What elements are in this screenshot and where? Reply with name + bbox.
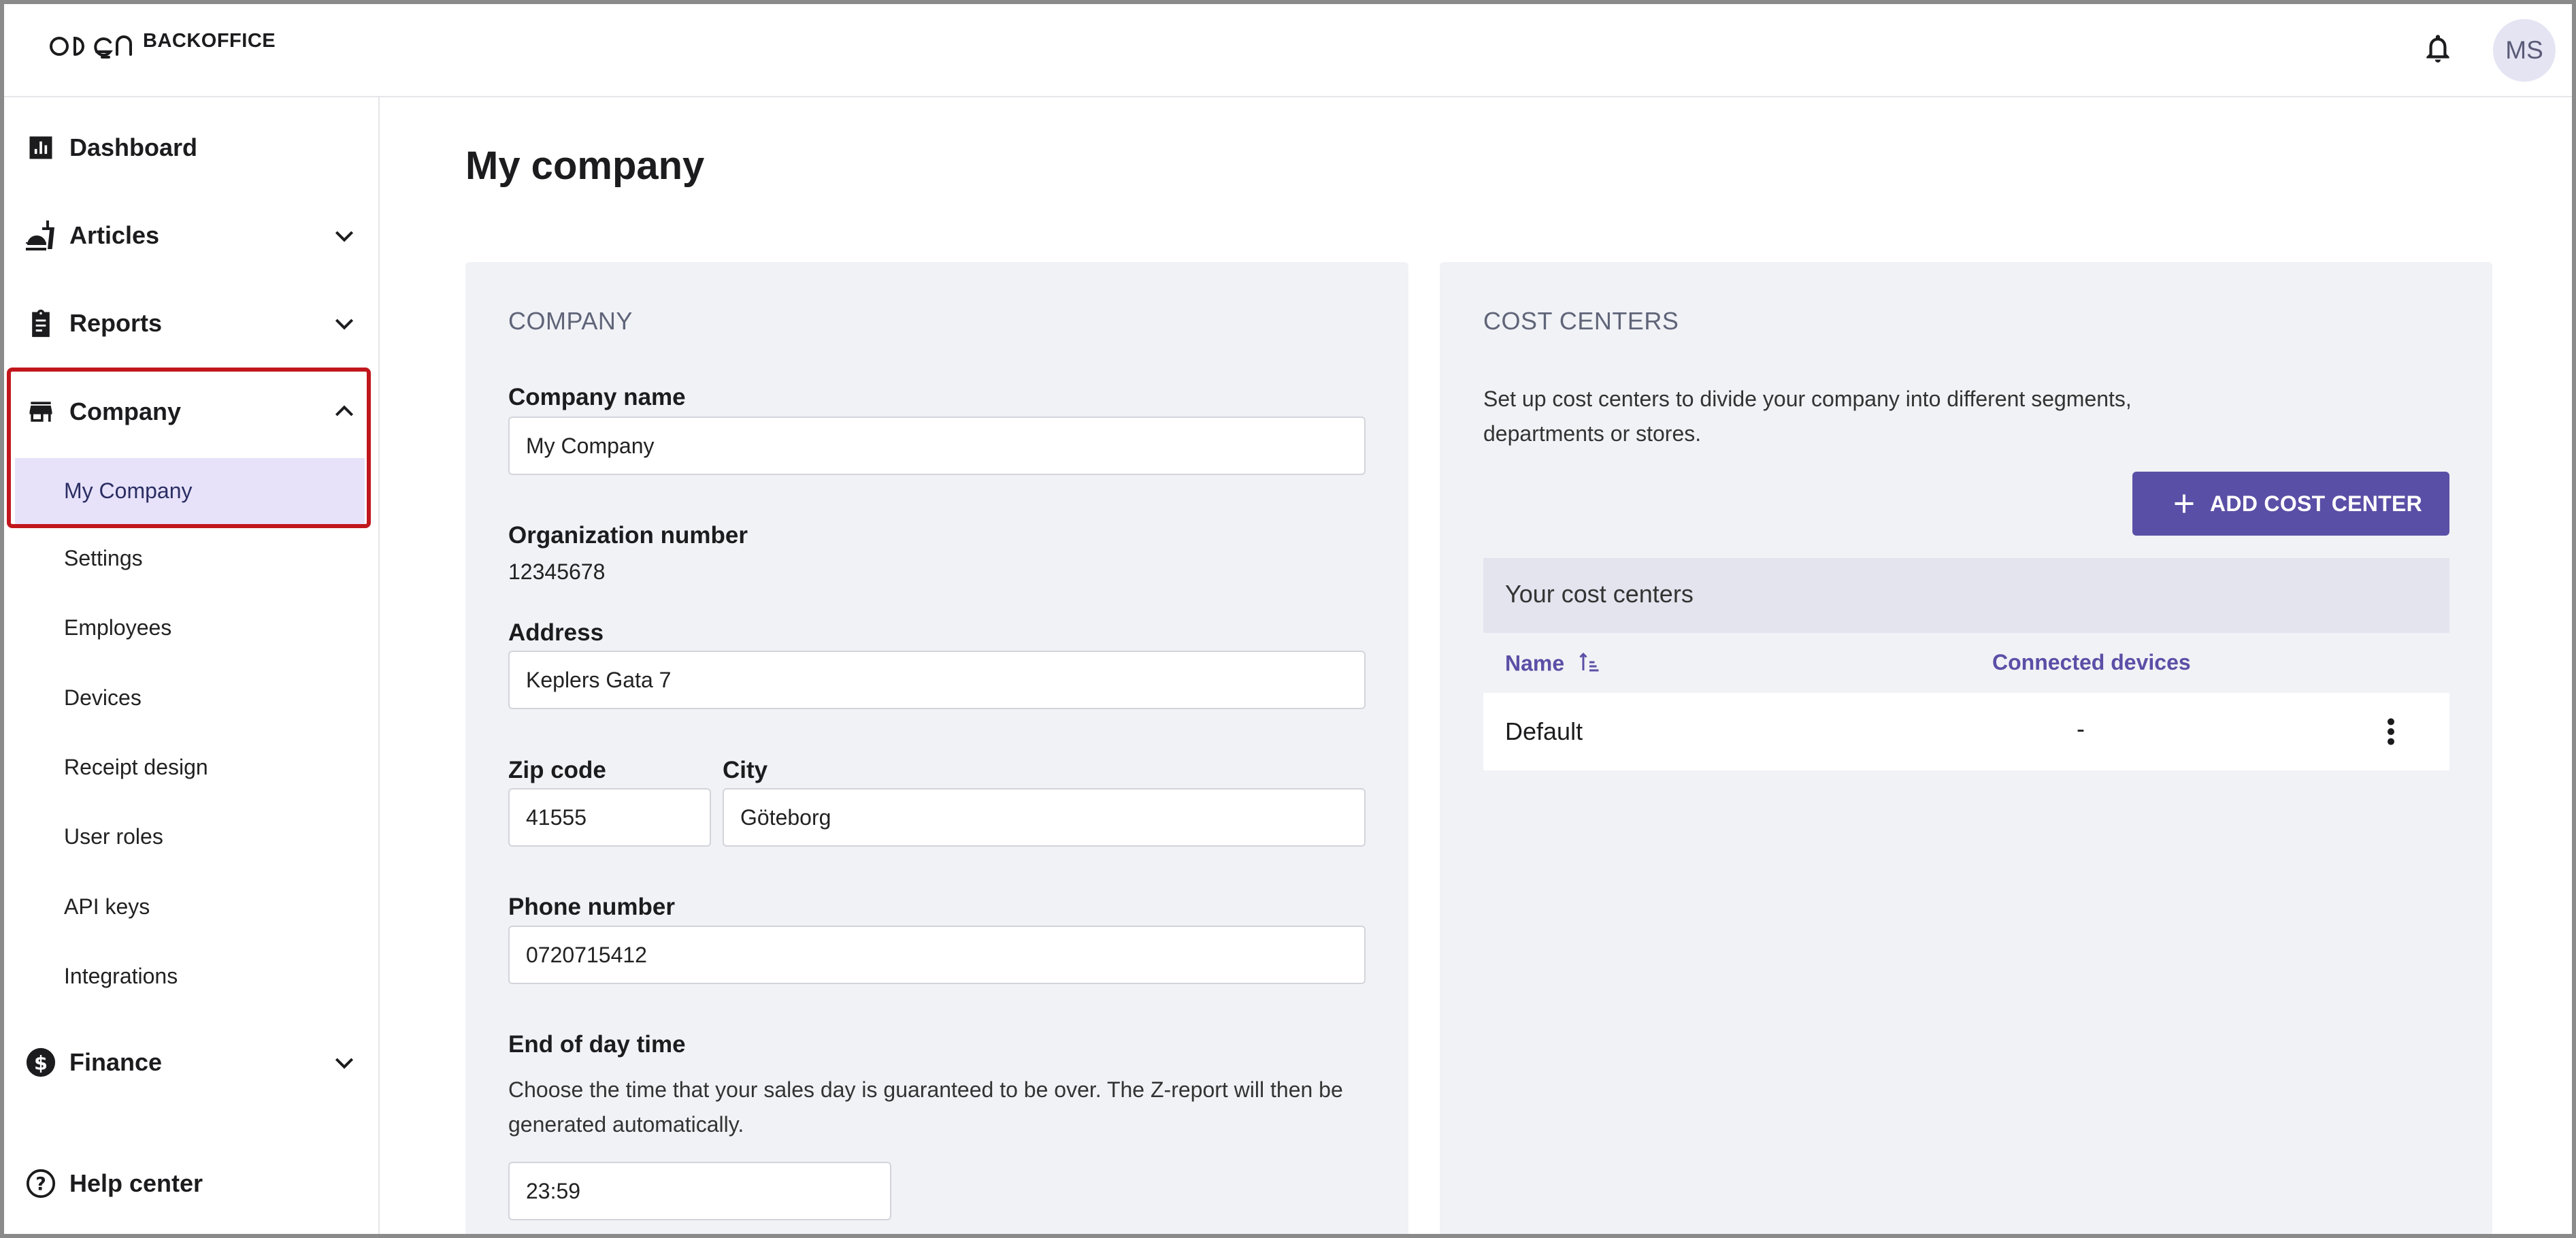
zip-label: Zip code: [508, 757, 606, 783]
sidebar-subitem-api-keys[interactable]: API keys: [64, 894, 150, 919]
company-name-value: My Company: [526, 433, 655, 458]
phone-field[interactable]: 0720715412: [508, 926, 1366, 984]
sidebar-subitem-user-roles[interactable]: User roles: [64, 824, 163, 849]
sidebar-item-label: Reports: [69, 309, 163, 337]
chevron-down-icon: [331, 222, 358, 249]
cost-centers-description-line: departments or stores.: [1483, 421, 1702, 446]
sidebar-subitem-receipt-design[interactable]: Receipt design: [64, 755, 208, 780]
sort-ascending-icon: [1577, 650, 1602, 680]
logo-text: BACKOFFICE: [143, 30, 276, 52]
cost-center-name: Default: [1505, 717, 1583, 745]
sidebar-subitem-integrations[interactable]: Integrations: [64, 964, 178, 989]
eod-description-line: generated automatically.: [508, 1112, 744, 1137]
column-header-connected-devices[interactable]: Connected devices: [1992, 650, 2191, 675]
sidebar-item-help-center[interactable]: ? Help center: [24, 1163, 358, 1204]
page-title: My company: [465, 144, 705, 188]
sidebar-item-reports[interactable]: Reports: [24, 303, 358, 344]
eod-time-value: 23:59: [526, 1178, 581, 1203]
svg-text:$: $: [34, 1052, 48, 1075]
city-field[interactable]: Göteborg: [723, 788, 1366, 847]
phone-label: Phone number: [508, 894, 676, 920]
cost-centers-table-title: Your cost centers: [1483, 558, 2449, 633]
column-header-label: Name: [1505, 651, 1565, 676]
plus-icon: [2172, 491, 2196, 516]
sidebar-subitem-devices[interactable]: Devices: [64, 685, 142, 711]
city-value: Göteborg: [740, 804, 831, 830]
more-options-icon[interactable]: [2377, 715, 2405, 749]
bell-icon[interactable]: [2421, 31, 2455, 65]
eod-time-field[interactable]: 23:59: [508, 1162, 891, 1220]
logo[interactable]: BACKOFFICE: [49, 26, 276, 59]
add-cost-center-label: ADD COST CENTER: [2210, 491, 2423, 516]
food-icon: [24, 219, 57, 252]
org-number-label: Organization number: [508, 522, 748, 549]
org-number-value: 12345678: [508, 559, 606, 584]
city-label: City: [723, 757, 768, 783]
phone-value: 0720715412: [526, 942, 647, 967]
eod-description-line: Choose the time that your sales day is g…: [508, 1077, 1343, 1102]
chevron-down-icon: [331, 310, 358, 337]
address-value: Keplers Gata 7: [526, 667, 672, 692]
cost-centers-section-title: COST CENTERS: [1483, 307, 1679, 335]
zip-field[interactable]: 41555: [508, 788, 711, 847]
top-bar: BACKOFFICE MS: [0, 0, 2576, 97]
add-cost-center-button[interactable]: ADD COST CENTER: [2132, 472, 2449, 536]
avatar-initials: MS: [2505, 36, 2543, 64]
company-name-field[interactable]: My Company: [508, 417, 1366, 475]
cost-centers-description-line: Set up cost centers to divide your compa…: [1483, 387, 2132, 411]
svg-text:?: ?: [35, 1174, 46, 1195]
bar-chart-icon: [24, 131, 57, 164]
cost-centers-description: Set up cost centers to divide your compa…: [1483, 382, 2368, 451]
sidebar-item-label: Help center: [69, 1169, 203, 1197]
sidebar-item-label: Finance: [69, 1048, 163, 1076]
sidebar-subitem-settings[interactable]: Settings: [64, 546, 143, 571]
clipboard-icon: [24, 307, 57, 340]
eod-description: Choose the time that your sales day is g…: [508, 1073, 1366, 1142]
sidebar-item-label: Articles: [69, 221, 160, 249]
sidebar-item-finance[interactable]: $ Finance: [24, 1042, 358, 1083]
table-row[interactable]: Default -: [1483, 693, 2449, 770]
company-section-title: COMPANY: [508, 307, 633, 335]
sidebar-item-dashboard[interactable]: Dashboard: [24, 127, 358, 168]
avatar[interactable]: MS: [2493, 19, 2556, 82]
sidebar-subitem-employees[interactable]: Employees: [64, 615, 171, 640]
sidebar-item-articles[interactable]: Articles: [24, 215, 358, 256]
address-field[interactable]: Keplers Gata 7: [508, 651, 1366, 709]
cost-center-devices: -: [2077, 715, 2085, 743]
sidebar-item-label: Dashboard: [69, 133, 198, 161]
table-title-text: Your cost centers: [1505, 580, 1694, 608]
zip-value: 41555: [526, 804, 587, 830]
open-logo-icon: [49, 26, 139, 59]
highlight-box: [7, 368, 371, 528]
chevron-down-icon: [331, 1049, 358, 1076]
eod-label: End of day time: [508, 1031, 686, 1058]
company-name-label: Company name: [508, 384, 686, 410]
help-icon: ?: [24, 1167, 57, 1200]
column-header-name[interactable]: Name: [1505, 650, 1602, 680]
dollar-icon: $: [24, 1046, 57, 1079]
address-label: Address: [508, 619, 604, 646]
